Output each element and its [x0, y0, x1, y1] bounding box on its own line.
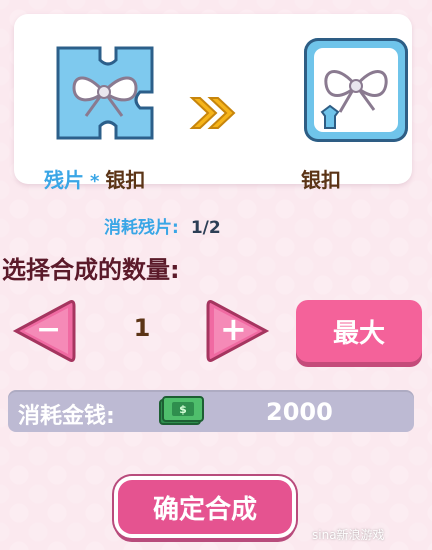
minus-symbol: −	[36, 312, 62, 347]
plus-symbol: +	[220, 310, 247, 348]
decrease-quantity-button[interactable]: −	[12, 298, 78, 364]
svg-text:$: $	[179, 403, 187, 416]
fragment-name-label: 残片 * 银扣	[44, 164, 145, 193]
max-quantity-button[interactable]: 最大	[296, 300, 422, 362]
result-item-name: 银扣	[301, 168, 341, 192]
double-chevron-right-icon	[189, 97, 236, 129]
fragment-item-name: 银扣	[105, 168, 146, 192]
result-item-frame	[314, 48, 398, 132]
select-quantity-title: 选择合成的数量:	[2, 256, 180, 284]
consume-fragments-label: 消耗残片:	[104, 218, 179, 238]
fragment-star: *	[90, 171, 100, 192]
result-item-card	[304, 38, 408, 142]
increase-quantity-button[interactable]: +	[204, 298, 270, 364]
puzzle-bow-icon	[56, 46, 154, 140]
fragment-prefix: 残片	[44, 168, 84, 192]
confirm-synthesis-button[interactable]: 确定合成	[114, 476, 296, 538]
sina-games-watermark: sina新浪游戏	[312, 528, 385, 542]
synthesis-preview-panel: 残片 * 银扣 银扣	[14, 14, 412, 192]
bow-icon	[320, 70, 388, 129]
consume-money-value: 2000	[266, 398, 333, 426]
money-cost-bar: 消耗金钱: $ 2000	[8, 390, 414, 432]
consume-fragments-row: 消耗残片: 1/2	[104, 213, 221, 238]
cash-icon: $	[159, 396, 204, 425]
consume-money-label: 消耗金钱:	[18, 404, 115, 429]
consume-fragments-value: 1/2	[190, 218, 221, 238]
quantity-value: 1	[133, 314, 151, 342]
